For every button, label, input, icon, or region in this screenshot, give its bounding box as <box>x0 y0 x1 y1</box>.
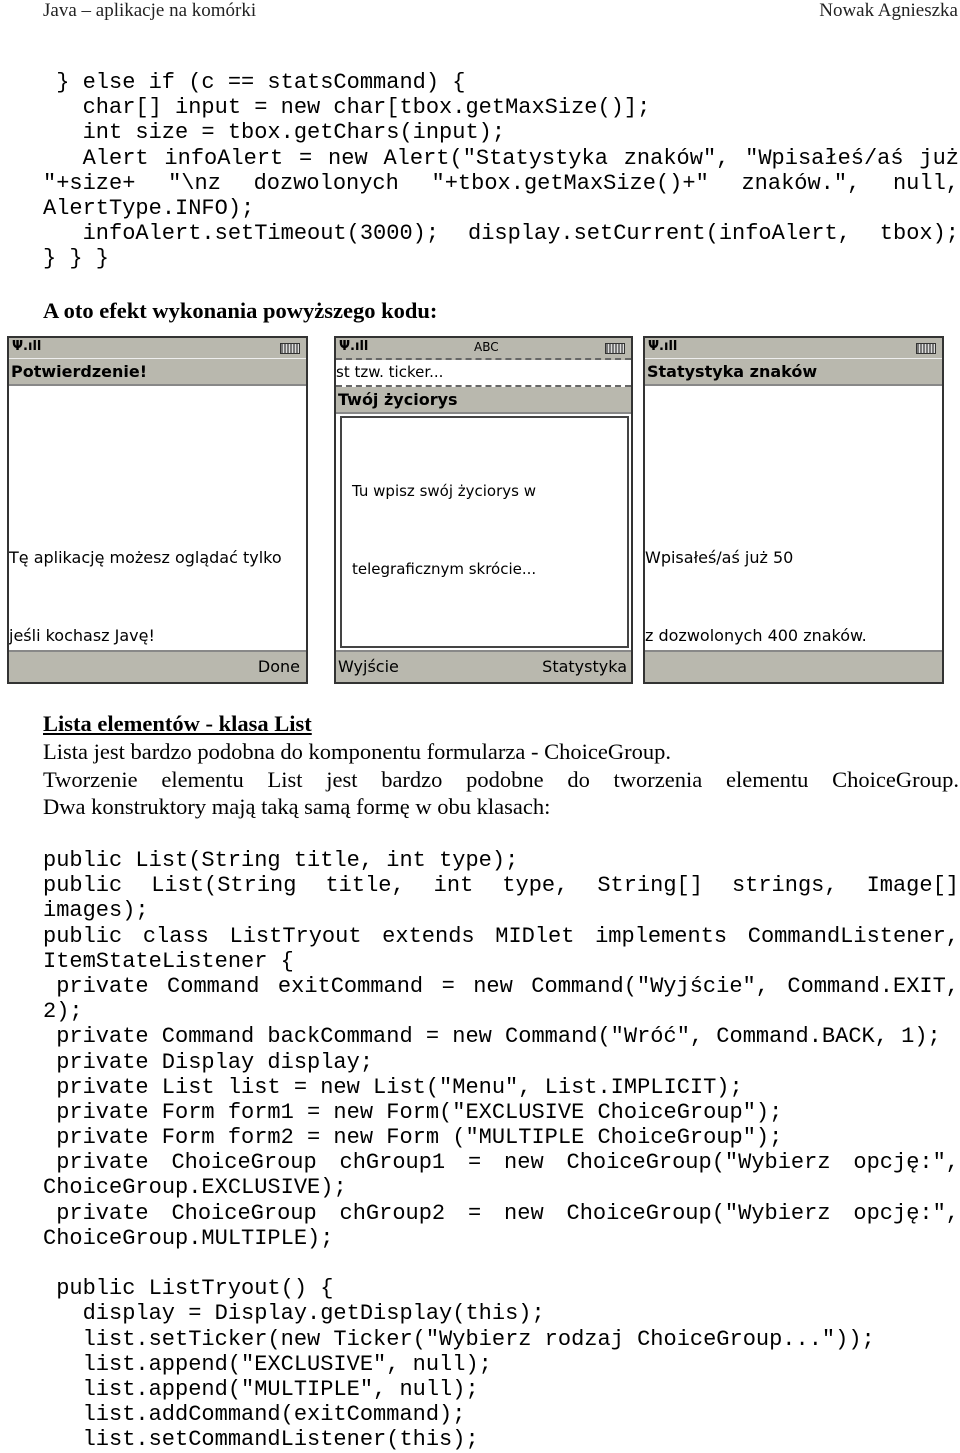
softkey-bar <box>645 650 942 682</box>
code-line: public ListTryout() { <box>56 1276 334 1302</box>
code-line: public List(String title, int type); <box>43 848 519 873</box>
signal-icon: Ψ.ıll <box>339 339 369 354</box>
list-section-title: Lista elementów - klasa List <box>43 711 312 736</box>
code-block-1: } else if (c == statsCommand) {char[] in… <box>43 70 959 272</box>
code-line: private Display display; <box>56 1049 374 1075</box>
code-line: ChoiceGroup.EXCLUSIVE); <box>43 1175 347 1201</box>
textbox-line: telegraficznym skrócie... <box>352 560 537 578</box>
alert-text-line: Tę aplikację możesz oglądać tylko <box>9 548 282 567</box>
code-line: 2); <box>43 999 83 1025</box>
textbox-input[interactable]: Tu wpisz swój życiorys w telegraficznym … <box>340 416 629 648</box>
code-line: } } } <box>43 246 110 272</box>
code-line: private ChoiceGroup chGroup1 = new Choic… <box>56 1150 959 1176</box>
code-line: public List(String title, int type, Stri… <box>43 873 959 899</box>
code-line: list.append("MULTIPLE", null); <box>82 1376 479 1402</box>
paragraph: Lista jest bardzo podobna do komponentu … <box>43 739 671 764</box>
code-line: AlertType.INFO); <box>43 195 255 221</box>
code-line: list.append("EXCLUSIVE", null); <box>82 1351 492 1377</box>
code-line: list.addCommand(exitCommand); <box>82 1402 466 1428</box>
code-line: "+size+ "\nz dozwolonych "+tbox.getMaxSi… <box>43 170 959 196</box>
code-line: } else if (c == statsCommand) { <box>56 70 466 95</box>
code-line: ChoiceGroup.MULTIPLE); <box>43 1225 334 1251</box>
alert-text-line: z dozwolonych 400 znaków. <box>645 626 867 645</box>
alert-text-line: jeśli kochasz Javę! <box>9 626 155 645</box>
code-block-2: public List(String title, int type); publ… <box>43 848 959 1453</box>
battery-icon <box>280 343 300 354</box>
code-line: display = Display.getDisplay(this); <box>82 1301 545 1327</box>
code-line: char[] input = new char[tbox.getMaxSize(… <box>82 95 651 121</box>
code-line: Alert infoAlert = new Alert("Statystyka … <box>82 145 959 171</box>
code-line: list.setTicker(new Ticker("Wybierz rodza… <box>82 1326 875 1352</box>
screen-title: Statystyka znaków <box>645 359 942 386</box>
battery-icon <box>605 343 625 354</box>
input-mode: ABC <box>474 340 499 354</box>
header-left: Java – aplikacje na komórki <box>43 0 257 21</box>
textbox-line: Tu wpisz swój życiorys w <box>352 482 537 500</box>
header-right: Nowak Agnieszka <box>819 0 958 21</box>
phone-screen-confirmation: Ψ.ıll Potwierdzenie! Tę aplikację możesz… <box>7 336 308 684</box>
document-page: Java – aplikacje na komórki Nowak Agnies… <box>0 0 960 1453</box>
screen-title: Twój życiorys <box>336 387 631 414</box>
code-line: private Form form1 = new Form("EXCLUSIVE… <box>56 1099 783 1125</box>
alert-text-line: Wpisałeś/aś już 50 <box>645 548 794 567</box>
signal-icon: Ψ.ıll <box>648 339 678 354</box>
stats-softkey[interactable]: Statystyka <box>542 652 627 682</box>
screen-title: Potwierdzenie! <box>9 359 306 386</box>
code-line: private Form form2 = new Form ("MULTIPLE… <box>56 1125 783 1151</box>
code-line: list.setCommandListener(this); <box>82 1427 479 1453</box>
exit-softkey[interactable]: Wyjście <box>338 652 399 682</box>
code-line: ItemStateListener { <box>43 948 294 974</box>
phone-screen-stats: Ψ.ıll Statystyka znaków Wpisałeś/aś już … <box>643 336 944 684</box>
code-line: private Command backCommand = new Comman… <box>56 1024 941 1050</box>
code-line: images); <box>43 898 149 924</box>
signal-icon: Ψ.ıll <box>12 339 42 354</box>
battery-icon <box>916 343 936 354</box>
section-heading: A oto efekt wykonania powyższego kodu: <box>43 298 438 323</box>
code-line: infoAlert.setTimeout(3000); display.setC… <box>82 221 959 247</box>
done-softkey[interactable]: Done <box>258 652 300 682</box>
code-line: int size = tbox.getChars(input); <box>82 120 506 146</box>
code-line: private List list = new List("Menu", Lis… <box>56 1074 743 1100</box>
phone-screen-textbox: Ψ.ıll ABC st tzw. ticker... Twój życiorys… <box>334 336 633 684</box>
code-line: private Command exitCommand = new Comman… <box>56 973 959 999</box>
paragraph: Dwa konstruktory mają taką samą formę w … <box>43 794 551 819</box>
code-line: private ChoiceGroup chGroup2 = new Choic… <box>56 1200 959 1226</box>
paragraph: Tworzenie elementu List jest bardzo podo… <box>43 767 959 792</box>
ticker: st tzw. ticker... <box>336 360 631 387</box>
code-line: public class ListTryout extends MIDlet i… <box>43 923 959 949</box>
